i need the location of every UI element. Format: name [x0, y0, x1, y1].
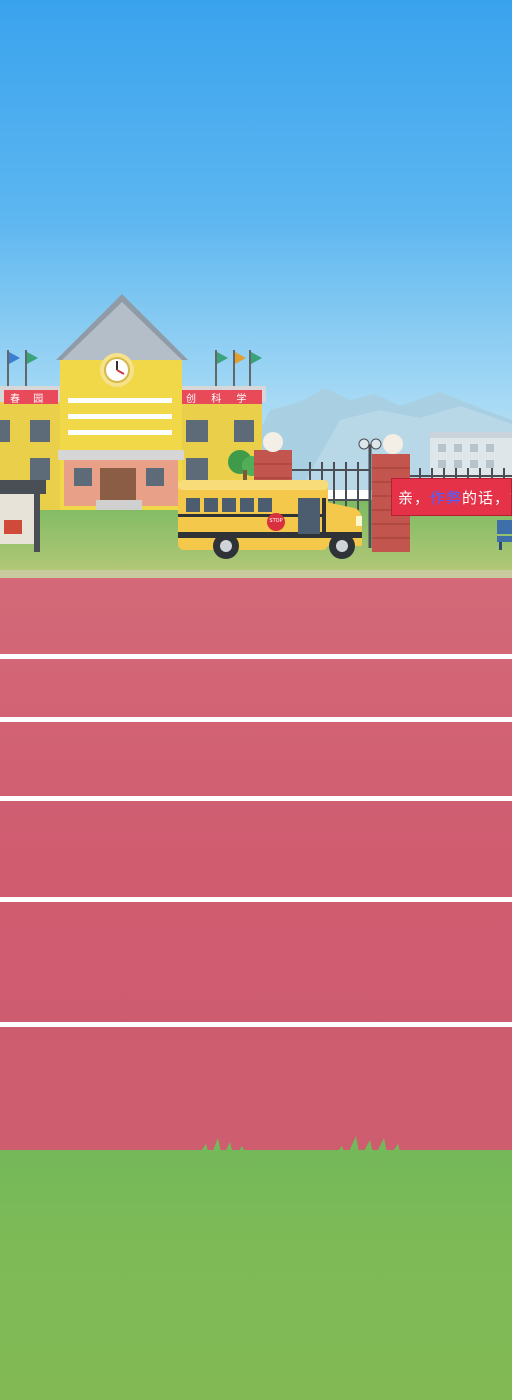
grass-tuft-icon	[196, 1138, 248, 1158]
banner-suffix: 的话，如	[462, 489, 511, 507]
sign-char: 科	[211, 394, 222, 405]
school-sign-right: 创 科 学	[186, 390, 246, 405]
bulletin-board	[0, 480, 46, 552]
lane-line	[0, 796, 512, 801]
stop-sign-label: STOP	[269, 518, 283, 524]
sign-char: 春	[10, 394, 20, 405]
lane-line	[0, 1022, 512, 1027]
grass-field	[0, 1150, 512, 1400]
school-sign-left: 春 园	[10, 390, 43, 405]
sign-char: 园	[33, 394, 44, 405]
bench-icon	[497, 520, 512, 550]
game-scene: 春 园 创 科 学 亲，作弊的话， STOP	[0, 0, 512, 1400]
track-curb	[0, 570, 512, 578]
lane-line	[0, 717, 512, 722]
banner-prefix: 亲，	[398, 489, 431, 507]
sign-char: 学	[236, 394, 247, 405]
banner-text: 亲，作弊的话，如	[398, 487, 511, 508]
banner-highlight: 作弊	[430, 489, 463, 507]
grass-tuft-icon	[332, 1136, 402, 1158]
lane-line	[0, 654, 512, 659]
sign-char: 创	[186, 394, 196, 405]
banner: 亲，作弊的话，如	[391, 478, 512, 516]
running-track	[0, 578, 512, 1150]
lane-line	[0, 897, 512, 902]
